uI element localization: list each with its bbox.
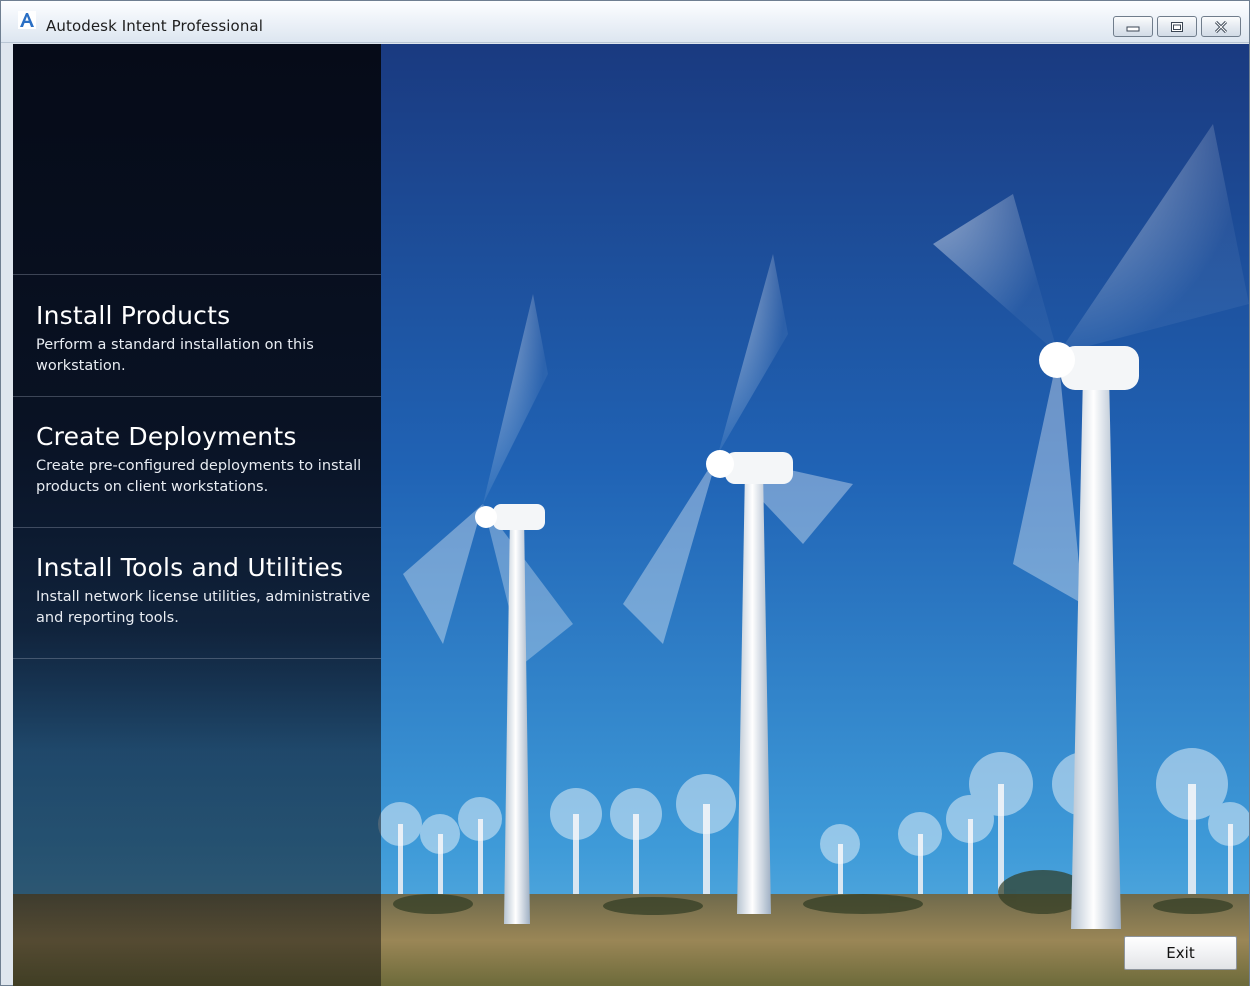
install-tools-utilities-option[interactable]: Install Tools and Utilities Install netw… [13,527,381,659]
install-products-title: Install Products [36,301,231,330]
install-products-option[interactable]: Install Products Perform a standard inst… [13,274,381,396]
installer-window: Autodesk Intent Professional Install Pro… [0,0,1250,986]
close-icon [1214,20,1228,33]
create-deployments-option[interactable]: Create Deployments Create pre-configured… [13,396,381,527]
close-button[interactable] [1201,16,1241,37]
create-deployments-title: Create Deployments [36,422,297,451]
install-tools-utilities-description: Install network license utilities, admin… [36,589,371,626]
minimize-icon [1126,26,1140,31]
create-deployments-description: Create pre-configured deployments to ins… [36,458,362,495]
exit-button[interactable]: Exit [1124,936,1237,970]
installer-content: Install Products Perform a standard inst… [13,44,1249,986]
minimize-button[interactable] [1113,16,1153,37]
window-controls [1113,16,1241,37]
window-title: Autodesk Intent Professional [46,17,263,35]
maximize-icon [1171,21,1183,32]
autodesk-a-icon [18,11,36,29]
title-bar[interactable]: Autodesk Intent Professional [1,1,1249,43]
maximize-button[interactable] [1157,16,1197,37]
install-tools-utilities-title: Install Tools and Utilities [36,553,344,582]
menu-panel: Install Products Perform a standard inst… [13,44,381,986]
install-products-description: Perform a standard installation on this … [36,337,314,374]
